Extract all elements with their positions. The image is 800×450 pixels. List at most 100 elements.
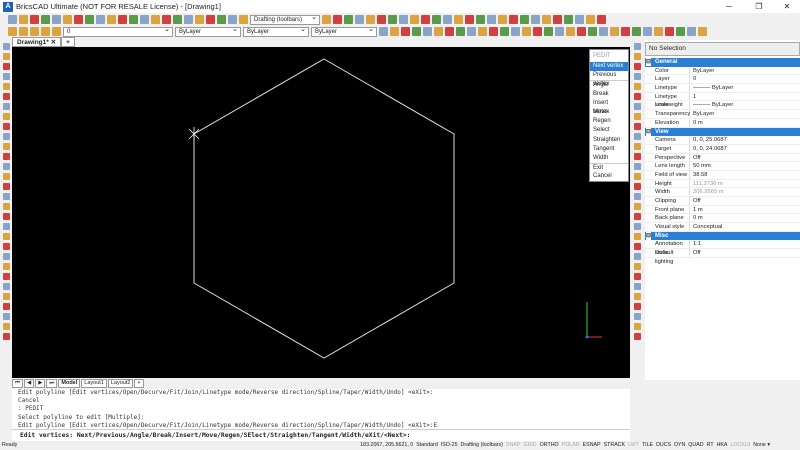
- toolbar-tool-icon[interactable]: [610, 27, 619, 36]
- tool-icon[interactable]: [2, 323, 10, 330]
- drawing-canvas[interactable]: [12, 47, 630, 378]
- toolbar-tool-icon[interactable]: [412, 27, 421, 36]
- property-value[interactable]: 1 m: [690, 206, 703, 214]
- tool-icon[interactable]: [2, 193, 10, 200]
- tool-icon[interactable]: [2, 113, 10, 120]
- toolbar-tool-icon[interactable]: [206, 15, 215, 24]
- property-group-general[interactable]: General: [645, 58, 800, 67]
- workspace-dropdown[interactable]: Drafting (toolbars): [250, 14, 320, 25]
- toolbar-tool-icon[interactable]: [8, 15, 17, 24]
- property-row[interactable]: Lens length 50 mm: [645, 162, 800, 171]
- text-style[interactable]: Standard: [416, 441, 438, 450]
- property-row[interactable]: Field of view 38.58: [645, 170, 800, 180]
- tool-icon[interactable]: [2, 253, 10, 260]
- property-value[interactable]: ByLayer: [690, 67, 714, 75]
- toolbar-tool-icon[interactable]: [643, 27, 652, 36]
- menu-item-straighten[interactable]: Straighten: [590, 136, 628, 145]
- toolbar-tool-icon[interactable]: [500, 27, 509, 36]
- property-row[interactable]: Linetype ——— ByLayer: [645, 84, 800, 93]
- tool-icon[interactable]: [633, 313, 641, 320]
- toolbar-tool-icon[interactable]: [74, 15, 83, 24]
- layer-state-icon[interactable]: [8, 27, 17, 36]
- toolbar-tool-icon[interactable]: [423, 27, 432, 36]
- tool-icon[interactable]: [2, 333, 10, 340]
- toolbar-tool-icon[interactable]: [522, 27, 531, 36]
- status-toggle-ducs[interactable]: DUCS: [656, 441, 671, 450]
- layer-state-icon[interactable]: [19, 27, 28, 36]
- layout-tab-model[interactable]: Model: [58, 379, 81, 388]
- tool-icon[interactable]: [633, 293, 641, 300]
- property-value[interactable]: 111.3736 m: [690, 180, 723, 188]
- tool-icon[interactable]: [2, 103, 10, 110]
- layer-state-icon[interactable]: [41, 27, 50, 36]
- toolbar-tool-icon[interactable]: [30, 15, 39, 24]
- toolbar-tool-icon[interactable]: [588, 27, 597, 36]
- toolbar-tool-icon[interactable]: [621, 27, 630, 36]
- toolbar-tool-icon[interactable]: [162, 15, 171, 24]
- tool-icon[interactable]: [633, 103, 641, 110]
- toolbar-tool-icon[interactable]: [390, 27, 399, 36]
- menu-item-select[interactable]: Select: [590, 126, 628, 135]
- status-toggle-tile[interactable]: TILE: [642, 441, 653, 450]
- toolbar-tool-icon[interactable]: [239, 15, 248, 24]
- tool-icon[interactable]: [633, 73, 641, 80]
- toolbar-tool-icon[interactable]: [217, 15, 226, 24]
- toolbar-tool-icon[interactable]: [434, 27, 443, 36]
- toolbar-tool-icon[interactable]: [377, 15, 386, 24]
- tool-icon[interactable]: [633, 273, 641, 280]
- toolbar-tool-icon[interactable]: [228, 15, 237, 24]
- toolbar-tool-icon[interactable]: [575, 15, 584, 24]
- property-value[interactable]: 38.58: [690, 171, 708, 179]
- tool-icon[interactable]: [633, 303, 641, 310]
- toolbar-tool-icon[interactable]: [465, 15, 474, 24]
- property-value[interactable]: 206.9565 m: [690, 188, 724, 196]
- layer-dropdown[interactable]: 0: [63, 26, 173, 37]
- minimize-button[interactable]: ─: [718, 0, 740, 13]
- tool-icon[interactable]: [633, 53, 641, 60]
- toolbar-tool-icon[interactable]: [632, 27, 641, 36]
- property-value[interactable]: Off: [690, 154, 701, 162]
- status-toggle-polar[interactable]: POLAR: [562, 441, 580, 450]
- lineweight-dropdown[interactable]: ByLayer: [311, 26, 377, 37]
- tool-icon[interactable]: [633, 193, 641, 200]
- tool-icon[interactable]: [2, 123, 10, 130]
- tool-icon[interactable]: [633, 203, 641, 210]
- linetype-dropdown[interactable]: ByLayer: [243, 26, 309, 37]
- property-row[interactable]: Transparency ByLayer: [645, 110, 800, 119]
- add-tab-button[interactable]: +: [61, 37, 75, 47]
- toolbar-tool-icon[interactable]: [19, 15, 28, 24]
- dim-style[interactable]: ISO-25: [441, 441, 458, 450]
- property-value[interactable]: Off: [690, 197, 701, 205]
- status-toggle-snap[interactable]: SNAP: [506, 441, 520, 450]
- toolbar-tool-icon[interactable]: [456, 27, 465, 36]
- tool-icon[interactable]: [633, 233, 641, 240]
- toolbar-tool-icon[interactable]: [410, 15, 419, 24]
- tool-icon[interactable]: [633, 253, 641, 260]
- tool-icon[interactable]: [633, 213, 641, 220]
- toolbar-tool-icon[interactable]: [96, 15, 105, 24]
- tool-icon[interactable]: [633, 63, 641, 70]
- toolbar-tool-icon[interactable]: [476, 15, 485, 24]
- toolbar-tool-icon[interactable]: [577, 27, 586, 36]
- toolbar-tool-icon[interactable]: [195, 15, 204, 24]
- property-row[interactable]: Annotation scale 1:1: [645, 240, 800, 256]
- tool-icon[interactable]: [2, 223, 10, 230]
- tool-icon[interactable]: [633, 83, 641, 90]
- tool-icon[interactable]: [633, 223, 641, 230]
- tool-icon[interactable]: [633, 283, 641, 290]
- toolbar-tool-icon[interactable]: [544, 27, 553, 36]
- property-row[interactable]: Height 111.3736 m: [645, 179, 800, 189]
- property-row[interactable]: Perspective Off: [645, 153, 800, 163]
- status-toggle-ortho[interactable]: ORTHO: [540, 441, 559, 450]
- tool-icon[interactable]: [633, 173, 641, 180]
- toolbar-tool-icon[interactable]: [509, 15, 518, 24]
- toolbar-tool-icon[interactable]: [454, 15, 463, 24]
- maximize-button[interactable]: ❐: [748, 0, 770, 13]
- toolbar-tool-icon[interactable]: [542, 15, 551, 24]
- toolbar-tool-icon[interactable]: [564, 15, 573, 24]
- layout-nav-button[interactable]: ◀: [23, 379, 35, 388]
- menu-item-regen[interactable]: Regen: [590, 117, 628, 126]
- layout-nav-button[interactable]: ⏭: [46, 379, 58, 388]
- status-toggle-hka[interactable]: HKA: [717, 441, 728, 450]
- toolbar-tool-icon[interactable]: [379, 27, 388, 36]
